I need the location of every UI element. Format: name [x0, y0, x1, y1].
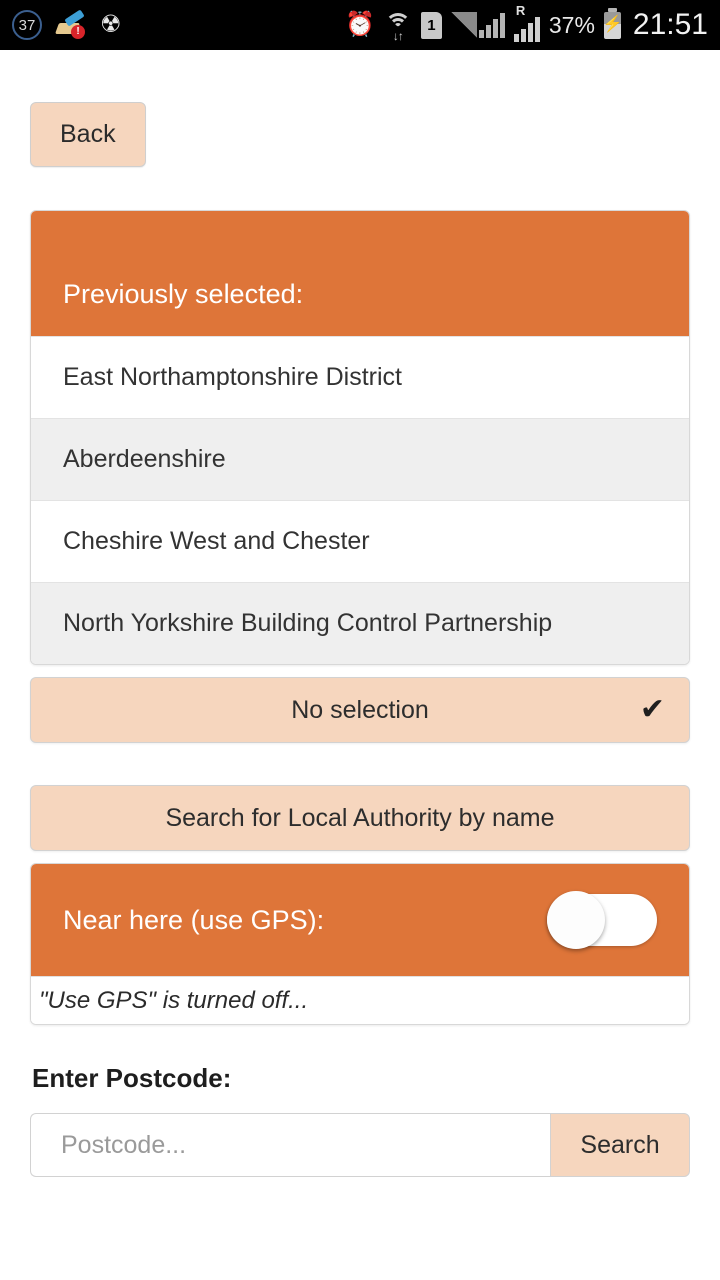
signal-triangle — [450, 12, 477, 38]
roaming-signal-bars — [513, 16, 540, 42]
signal-icon-roaming: R — [513, 4, 540, 42]
gps-status-note: "Use GPS" is turned off... — [31, 976, 689, 1024]
spacer-before-postcode-input — [30, 1094, 690, 1113]
status-bar-left: 37 ! ☢ — [12, 9, 122, 40]
spacer-before-postcode — [30, 1025, 690, 1063]
check-icon: ✔ — [639, 693, 665, 726]
cleaner-alert-badge: ! — [71, 25, 85, 39]
spacer-after-back — [30, 167, 690, 210]
gps-toggle[interactable] — [547, 891, 657, 949]
list-item[interactable]: Aberdeenshire — [31, 418, 689, 500]
list-item[interactable]: Cheshire West and Chester — [31, 500, 689, 582]
postcode-section-label: Enter Postcode: — [32, 1063, 232, 1093]
battery-percent-label: 37% — [548, 11, 595, 38]
gps-card: Near here (use GPS): "Use GPS" is turned… — [30, 863, 690, 1025]
list-item[interactable]: North Yorkshire Building Control Partner… — [31, 582, 689, 664]
alarm-icon: ⏰ — [344, 11, 375, 38]
gps-label: Near here (use GPS): — [63, 904, 325, 935]
spacer-before-no-selection — [30, 665, 690, 677]
postcode-row: Search — [30, 1113, 690, 1177]
page-content: Back Previously selected: East Northampt… — [0, 50, 720, 1177]
search-by-name-label: Search for Local Authority by name — [165, 803, 555, 832]
spacer-top — [30, 50, 690, 102]
postcode-input[interactable] — [30, 1113, 550, 1177]
previously-selected-header: Previously selected: — [31, 211, 689, 336]
status-bar-right: ⏰ ↓↑ 1 R 37% ⚡ 21:51 — [344, 4, 708, 42]
spacer-before-search-name — [30, 743, 690, 785]
postcode-search-button[interactable]: Search — [550, 1113, 690, 1177]
battery-circle-icon: 37 — [12, 10, 42, 40]
usb-icon: ☢ — [100, 11, 122, 38]
gps-row[interactable]: Near here (use GPS): — [31, 864, 689, 976]
charging-bolt-icon: ⚡ — [602, 16, 623, 33]
spacer-before-gps — [30, 851, 690, 863]
no-selection-button[interactable]: No selection ✔ — [30, 677, 690, 743]
search-by-name-button[interactable]: Search for Local Authority by name — [30, 785, 690, 851]
battery-charging-icon: ⚡ — [602, 7, 623, 39]
previously-selected-card: Previously selected: East Northamptonshi… — [30, 210, 690, 665]
back-button[interactable]: Back — [30, 102, 146, 167]
sim-card-icon: 1 — [420, 11, 442, 39]
signal-icon-primary — [450, 12, 505, 38]
wifi-transfer-arrows: ↓↑ — [392, 29, 404, 43]
gps-toggle-knob — [547, 891, 605, 949]
no-selection-label: No selection — [291, 695, 429, 724]
status-bar: 37 ! ☢ ⏰ ↓↑ 1 R 37% ⚡ 21:51 — [0, 0, 720, 50]
list-item[interactable]: East Northamptonshire District — [31, 336, 689, 418]
battery-circle-value: 37 — [18, 16, 36, 34]
wifi-icon: ↓↑ — [384, 12, 412, 42]
roaming-label: R — [515, 3, 526, 18]
signal-bars — [478, 12, 505, 38]
clock-label: 21:51 — [632, 8, 708, 41]
cleaner-icon: ! — [54, 9, 86, 39]
